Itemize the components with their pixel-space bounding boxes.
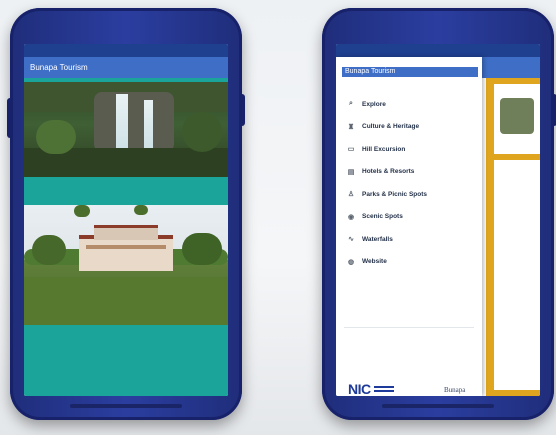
park-icon: ♙ bbox=[347, 191, 355, 199]
menu-item-waterfalls[interactable]: ∿ Waterfalls bbox=[336, 228, 482, 251]
heritage-icon: ♜ bbox=[347, 123, 355, 131]
menu-item-label: Hotels & Resorts bbox=[362, 168, 415, 176]
navigation-drawer: Bunapa Tourism ⌕ Explore ♜ Culture & Herita… bbox=[336, 57, 482, 396]
government-logo: Bunapa bbox=[444, 386, 466, 394]
camera-icon: ◉ bbox=[347, 213, 355, 221]
drawer-header: Bunapa Tourism bbox=[336, 57, 482, 93]
menu-item-label: Hill Excursion bbox=[362, 145, 406, 153]
menu-item-label: Parks & Picnic Spots bbox=[362, 190, 428, 198]
hill-icon: ▭ bbox=[347, 146, 355, 154]
power-button bbox=[551, 94, 556, 126]
waterfall-photo[interactable] bbox=[24, 82, 228, 177]
background-card bbox=[494, 160, 540, 390]
home-indicator bbox=[70, 404, 182, 408]
volume-button bbox=[7, 98, 13, 138]
menu-item-explore[interactable]: ⌕ Explore bbox=[336, 93, 482, 116]
nic-logo-text: NIC bbox=[348, 381, 371, 396]
menu-item-hill-excursion[interactable]: ▭ Hill Excursion bbox=[336, 138, 482, 161]
app-title: Bunapa Tourism bbox=[30, 63, 88, 72]
menu-item-label: Waterfalls bbox=[362, 235, 393, 243]
nic-logo: NIC bbox=[348, 381, 394, 396]
screen-home: Bunapa Tourism bbox=[24, 44, 228, 396]
menu-item-label: Explore bbox=[362, 100, 386, 108]
drawer-title: Bunapa Tourism bbox=[342, 67, 478, 77]
palace-photo[interactable] bbox=[24, 205, 228, 325]
search-icon: ⌕ bbox=[349, 100, 353, 108]
menu-item-label: Website bbox=[362, 258, 387, 266]
app-bar: Bunapa Tourism bbox=[24, 57, 228, 78]
hotel-icon: ▤ bbox=[347, 168, 355, 176]
power-button bbox=[239, 94, 245, 126]
nic-logo-subtext bbox=[373, 386, 394, 392]
screen-drawer: Bunapa Tourism ⌕ Explore ♜ Culture & Herita… bbox=[336, 44, 540, 396]
menu-item-hotels-resorts[interactable]: ▤ Hotels & Resorts bbox=[336, 161, 482, 184]
phone-mockup-left: Bunapa Tourism bbox=[7, 8, 245, 420]
home-indicator bbox=[382, 404, 494, 408]
menu-item-culture-heritage[interactable]: ♜ Culture & Heritage bbox=[336, 116, 482, 139]
background-card bbox=[494, 84, 540, 154]
menu-item-parks-picnic-spots[interactable]: ♙ Parks & Picnic Spots bbox=[336, 183, 482, 206]
divider bbox=[344, 327, 474, 328]
waterfall-icon: ∿ bbox=[348, 236, 354, 244]
globe-icon: ◍ bbox=[347, 258, 355, 266]
status-bar bbox=[336, 44, 540, 57]
drawer-menu: ⌕ Explore ♜ Culture & Heritage ▭ Hill Excursi… bbox=[336, 93, 482, 273]
status-bar bbox=[24, 44, 228, 57]
menu-item-label: Scenic Spots bbox=[362, 213, 403, 221]
menu-item-website[interactable]: ◍ Website bbox=[336, 251, 482, 274]
palace-caption bbox=[24, 325, 228, 396]
waterfall-caption bbox=[24, 177, 228, 205]
phone-mockup-right: Bunapa Tourism ⌕ Explore ♜ Culture & Herita… bbox=[322, 8, 556, 420]
menu-item-scenic-spots[interactable]: ◉ Scenic Spots bbox=[336, 206, 482, 229]
menu-item-label: Culture & Heritage bbox=[362, 123, 420, 131]
